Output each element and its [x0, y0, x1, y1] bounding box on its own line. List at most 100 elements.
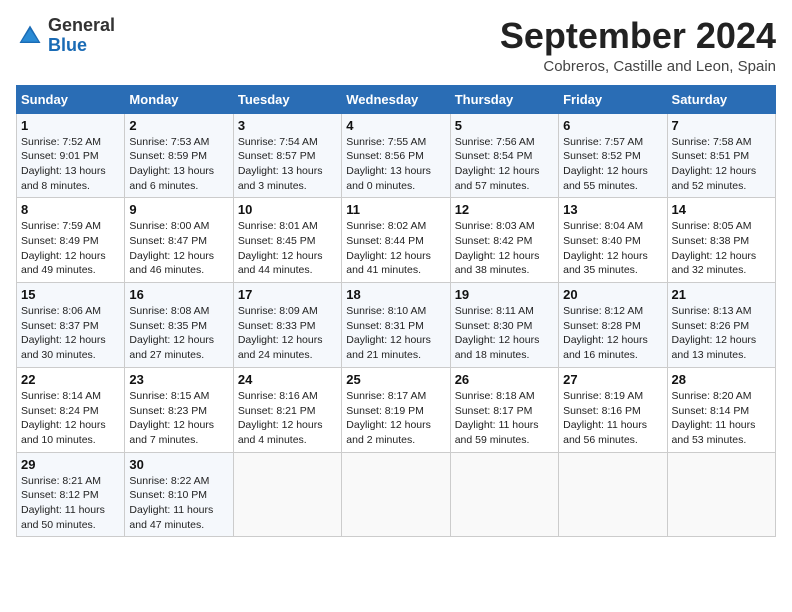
day-detail: Sunrise: 8:04 AMSunset: 8:40 PMDaylight:…	[563, 219, 662, 278]
calendar-day-cell: 8 Sunrise: 7:59 AMSunset: 8:49 PMDaylight…	[17, 198, 125, 283]
calendar-day-cell: 23 Sunrise: 8:15 AMSunset: 8:23 PMDayligh…	[125, 367, 233, 452]
day-detail: Sunrise: 8:17 AMSunset: 8:19 PMDaylight:…	[346, 389, 445, 448]
day-detail: Sunrise: 8:13 AMSunset: 8:26 PMDaylight:…	[672, 304, 771, 363]
calendar-day-cell: 1Sunrise: 7:52 AMSunset: 9:01 PMDaylight…	[17, 113, 125, 198]
calendar-day-cell: 6 Sunrise: 7:57 AMSunset: 8:52 PMDaylight…	[559, 113, 667, 198]
day-number: 18	[346, 287, 445, 302]
day-number: 4	[346, 118, 445, 133]
day-number: 21	[672, 287, 771, 302]
day-number: 26	[455, 372, 554, 387]
day-number: 8	[21, 202, 120, 217]
day-number: 6	[563, 118, 662, 133]
day-detail: Sunrise: 8:06 AMSunset: 8:37 PMDaylight:…	[21, 304, 120, 363]
logo: General Blue	[16, 16, 115, 56]
day-detail: Sunrise: 7:54 AMSunset: 8:57 PMDaylight:…	[238, 135, 337, 194]
day-number: 10	[238, 202, 337, 217]
day-detail: Sunrise: 8:00 AMSunset: 8:47 PMDaylight:…	[129, 219, 228, 278]
day-detail: Sunrise: 8:01 AMSunset: 8:45 PMDaylight:…	[238, 219, 337, 278]
day-number: 28	[672, 372, 771, 387]
day-detail: Sunrise: 8:19 AMSunset: 8:16 PMDaylight:…	[563, 389, 662, 448]
day-number: 14	[672, 202, 771, 217]
calendar-week-row: 1Sunrise: 7:52 AMSunset: 9:01 PMDaylight…	[17, 113, 776, 198]
calendar-day-cell: 29 Sunrise: 8:21 AMSunset: 8:12 PMDayligh…	[17, 452, 125, 537]
calendar-day-cell	[342, 452, 450, 537]
month-title: September 2024	[500, 16, 776, 56]
day-number: 5	[455, 118, 554, 133]
calendar-day-cell: 25 Sunrise: 8:17 AMSunset: 8:19 PMDayligh…	[342, 367, 450, 452]
location: Cobreros, Castille and Leon, Spain	[500, 58, 776, 75]
day-detail: Sunrise: 8:21 AMSunset: 8:12 PMDaylight:…	[21, 474, 120, 533]
day-detail: Sunrise: 8:18 AMSunset: 8:17 PMDaylight:…	[455, 389, 554, 448]
calendar-day-cell: 12Sunrise: 8:03 AMSunset: 8:42 PMDayligh…	[450, 198, 558, 283]
day-number: 19	[455, 287, 554, 302]
calendar-day-cell: 3 Sunrise: 7:54 AMSunset: 8:57 PMDaylight…	[233, 113, 341, 198]
day-number: 20	[563, 287, 662, 302]
calendar-week-row: 29 Sunrise: 8:21 AMSunset: 8:12 PMDayligh…	[17, 452, 776, 537]
calendar-day-cell: 7Sunrise: 7:58 AMSunset: 8:51 PMDaylight…	[667, 113, 775, 198]
day-detail: Sunrise: 8:20 AMSunset: 8:14 PMDaylight:…	[672, 389, 771, 448]
calendar-day-cell: 22 Sunrise: 8:14 AMSunset: 8:24 PMDayligh…	[17, 367, 125, 452]
day-number: 11	[346, 202, 445, 217]
day-detail: Sunrise: 8:08 AMSunset: 8:35 PMDaylight:…	[129, 304, 228, 363]
day-detail: Sunrise: 8:03 AMSunset: 8:42 PMDaylight:…	[455, 219, 554, 278]
day-detail: Sunrise: 8:02 AMSunset: 8:44 PMDaylight:…	[346, 219, 445, 278]
day-number: 22	[21, 372, 120, 387]
calendar-day-cell	[667, 452, 775, 537]
day-detail: Sunrise: 7:53 AMSunset: 8:59 PMDaylight:…	[129, 135, 228, 194]
day-number: 24	[238, 372, 337, 387]
calendar-day-cell: 2 Sunrise: 7:53 AMSunset: 8:59 PMDaylight…	[125, 113, 233, 198]
calendar-week-row: 22 Sunrise: 8:14 AMSunset: 8:24 PMDayligh…	[17, 367, 776, 452]
day-number: 16	[129, 287, 228, 302]
title-area: September 2024 Cobreros, Castille and Le…	[500, 16, 776, 75]
calendar-day-cell: 28 Sunrise: 8:20 AMSunset: 8:14 PMDayligh…	[667, 367, 775, 452]
day-number: 30	[129, 457, 228, 472]
calendar-day-cell: 30 Sunrise: 8:22 AMSunset: 8:10 PMDayligh…	[125, 452, 233, 537]
day-detail: Sunrise: 8:14 AMSunset: 8:24 PMDaylight:…	[21, 389, 120, 448]
calendar-header-row: SundayMondayTuesdayWednesdayThursdayFrid…	[17, 85, 776, 113]
day-number: 15	[21, 287, 120, 302]
day-detail: Sunrise: 8:10 AMSunset: 8:31 PMDaylight:…	[346, 304, 445, 363]
calendar-day-cell	[450, 452, 558, 537]
day-of-week-header: Tuesday	[233, 85, 341, 113]
page-header: General Blue September 2024 Cobreros, Ca…	[16, 16, 776, 75]
day-number: 13	[563, 202, 662, 217]
calendar-day-cell: 13 Sunrise: 8:04 AMSunset: 8:40 PMDayligh…	[559, 198, 667, 283]
calendar-day-cell: 27 Sunrise: 8:19 AMSunset: 8:16 PMDayligh…	[559, 367, 667, 452]
calendar-table: SundayMondayTuesdayWednesdayThursdayFrid…	[16, 85, 776, 538]
day-number: 2	[129, 118, 228, 133]
calendar-day-cell: 20 Sunrise: 8:12 AMSunset: 8:28 PMDayligh…	[559, 283, 667, 368]
calendar-day-cell: 19 Sunrise: 8:11 AMSunset: 8:30 PMDayligh…	[450, 283, 558, 368]
day-detail: Sunrise: 8:11 AMSunset: 8:30 PMDaylight:…	[455, 304, 554, 363]
calendar-day-cell: 10 Sunrise: 8:01 AMSunset: 8:45 PMDayligh…	[233, 198, 341, 283]
day-number: 25	[346, 372, 445, 387]
day-number: 9	[129, 202, 228, 217]
day-number: 23	[129, 372, 228, 387]
logo-blue: Blue	[48, 35, 87, 55]
day-detail: Sunrise: 7:52 AMSunset: 9:01 PMDaylight:…	[21, 135, 120, 194]
day-number: 3	[238, 118, 337, 133]
day-detail: Sunrise: 8:15 AMSunset: 8:23 PMDaylight:…	[129, 389, 228, 448]
day-detail: Sunrise: 8:22 AMSunset: 8:10 PMDaylight:…	[129, 474, 228, 533]
calendar-week-row: 15 Sunrise: 8:06 AMSunset: 8:37 PMDayligh…	[17, 283, 776, 368]
calendar-day-cell: 17 Sunrise: 8:09 AMSunset: 8:33 PMDayligh…	[233, 283, 341, 368]
day-detail: Sunrise: 7:57 AMSunset: 8:52 PMDaylight:…	[563, 135, 662, 194]
day-detail: Sunrise: 8:16 AMSunset: 8:21 PMDaylight:…	[238, 389, 337, 448]
day-number: 27	[563, 372, 662, 387]
calendar-day-cell	[233, 452, 341, 537]
calendar-day-cell: 4Sunrise: 7:55 AMSunset: 8:56 PMDaylight…	[342, 113, 450, 198]
day-of-week-header: Thursday	[450, 85, 558, 113]
day-detail: Sunrise: 8:12 AMSunset: 8:28 PMDaylight:…	[563, 304, 662, 363]
day-detail: Sunrise: 8:09 AMSunset: 8:33 PMDaylight:…	[238, 304, 337, 363]
calendar-day-cell: 24 Sunrise: 8:16 AMSunset: 8:21 PMDayligh…	[233, 367, 341, 452]
day-detail: Sunrise: 7:59 AMSunset: 8:49 PMDaylight:…	[21, 219, 120, 278]
calendar-day-cell: 16 Sunrise: 8:08 AMSunset: 8:35 PMDayligh…	[125, 283, 233, 368]
day-detail: Sunrise: 8:05 AMSunset: 8:38 PMDaylight:…	[672, 219, 771, 278]
calendar-day-cell: 9 Sunrise: 8:00 AMSunset: 8:47 PMDaylight…	[125, 198, 233, 283]
day-number: 7	[672, 118, 771, 133]
day-number: 29	[21, 457, 120, 472]
calendar-day-cell: 15 Sunrise: 8:06 AMSunset: 8:37 PMDayligh…	[17, 283, 125, 368]
calendar-day-cell: 21 Sunrise: 8:13 AMSunset: 8:26 PMDayligh…	[667, 283, 775, 368]
day-of-week-header: Monday	[125, 85, 233, 113]
calendar-day-cell: 26 Sunrise: 8:18 AMSunset: 8:17 PMDayligh…	[450, 367, 558, 452]
day-number: 17	[238, 287, 337, 302]
